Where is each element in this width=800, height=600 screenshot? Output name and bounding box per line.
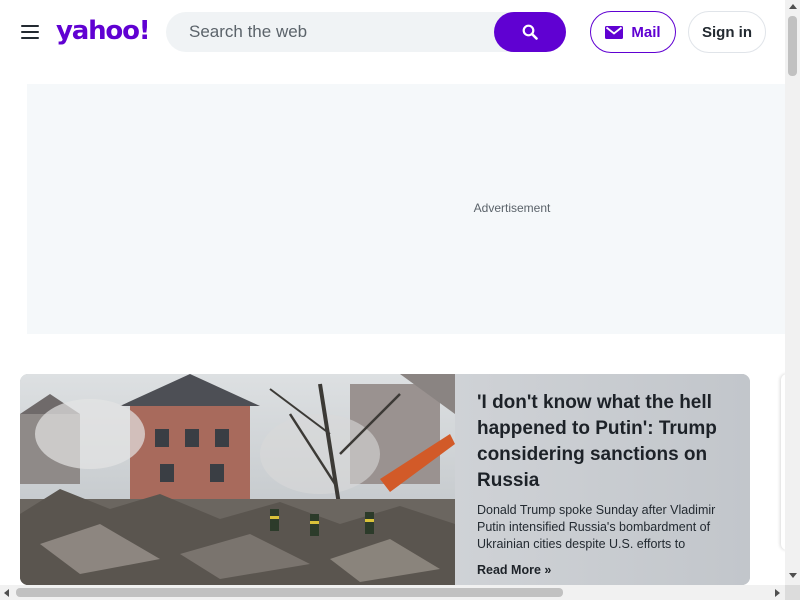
header: yahoo! Mail Sign in [0,0,785,64]
read-more-link[interactable]: Read More » [477,563,730,577]
horizontal-scrollbar[interactable] [0,585,785,600]
yahoo-logo[interactable]: yahoo! [56,13,151,49]
scroll-down-arrow-icon[interactable] [789,573,797,578]
advertisement-label: Advertisement [473,201,551,215]
vertical-scroll-thumb[interactable] [788,16,797,76]
news-card[interactable]: 'I don't know what the hell happened to … [20,374,750,585]
scrollbar-corner [785,585,800,600]
search-icon [522,24,538,40]
search-input[interactable] [166,12,496,52]
advertisement-banner[interactable]: Advertisement [27,84,785,334]
scroll-up-arrow-icon[interactable] [789,4,797,9]
scroll-left-arrow-icon[interactable] [4,589,9,597]
vertical-scrollbar[interactable] [785,0,800,585]
sign-in-button[interactable]: Sign in [688,11,766,53]
news-image[interactable] [20,374,455,585]
scroll-right-arrow-icon[interactable] [775,589,780,597]
search-button[interactable] [494,12,566,52]
search-bar [166,12,566,52]
mail-label: Mail [631,23,661,41]
horizontal-scroll-thumb[interactable] [16,588,563,597]
envelope-icon [605,25,624,39]
sign-in-label: Sign in [702,23,752,41]
news-card-body: 'I don't know what the hell happened to … [455,374,750,585]
mail-button[interactable]: Mail [590,11,676,53]
news-summary: Donald Trump spoke Sunday after Vladimir… [477,503,716,551]
news-headline[interactable]: 'I don't know what the hell happened to … [477,390,730,494]
hamburger-menu-icon[interactable] [21,25,39,39]
